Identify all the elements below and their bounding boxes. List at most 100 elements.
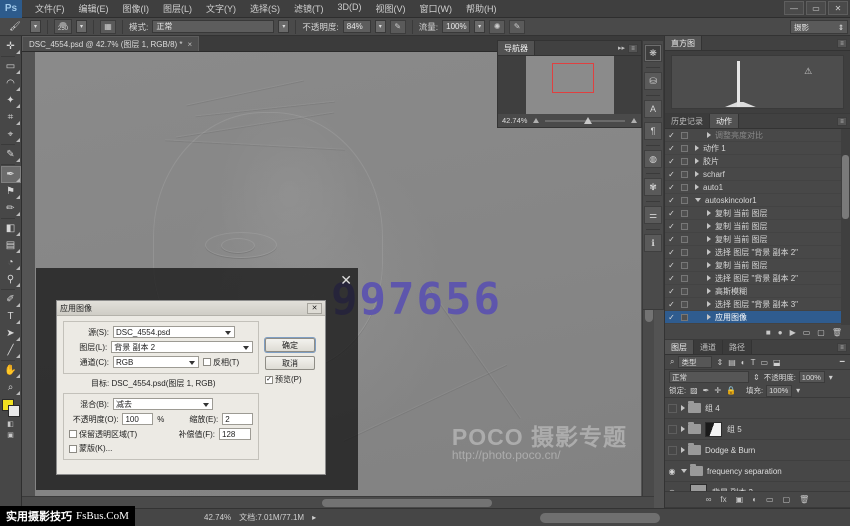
- blend-mode-select[interactable]: 正常: [669, 371, 749, 383]
- menu-item-3[interactable]: 图层(L): [156, 0, 199, 17]
- pixel-filter-icon[interactable]: ▤: [727, 358, 737, 367]
- scale-input[interactable]: 2: [222, 413, 253, 425]
- brush-icon[interactable]: 🖌: [4, 20, 26, 34]
- brush-presets-icon[interactable]: ✾: [644, 178, 662, 196]
- action-enabled-checkbox[interactable]: ✓: [665, 157, 678, 166]
- delete-layer-icon[interactable]: 🗑: [799, 495, 809, 504]
- zoom-slider[interactable]: [545, 120, 625, 122]
- color-wheel-icon[interactable]: ◍: [644, 150, 662, 168]
- status-arrow-icon[interactable]: ▸: [312, 513, 316, 522]
- adjustments-icon[interactable]: ❋: [644, 44, 662, 62]
- close-icon[interactable]: ×: [188, 40, 193, 49]
- fx-icon[interactable]: fx: [720, 495, 726, 504]
- pen-tool[interactable]: ✐: [1, 291, 21, 308]
- action-dialog-toggle[interactable]: [678, 275, 691, 282]
- scrollbar-thumb[interactable]: [842, 155, 849, 219]
- new-layer-icon[interactable]: ▢: [783, 495, 791, 504]
- tab-actions[interactable]: 动作: [710, 114, 739, 128]
- gradient-tool[interactable]: ▤: [1, 237, 21, 254]
- move-tool[interactable]: ✛: [1, 38, 21, 55]
- mode-select[interactable]: 正常: [152, 20, 274, 33]
- brush-size-chevron-icon[interactable]: ▾: [76, 20, 87, 33]
- preserve-checkbox-group[interactable]: 保留透明区域(T): [69, 429, 167, 440]
- action-row[interactable]: ✓调整亮度对比: [665, 129, 850, 142]
- status-doc-size[interactable]: 文档:7.01M/77.1M: [239, 512, 304, 523]
- action-enabled-checkbox[interactable]: ✓: [665, 248, 678, 257]
- delete-icon[interactable]: 🗑: [832, 328, 842, 337]
- chevron-down-icon[interactable]: [681, 469, 687, 473]
- action-enabled-checkbox[interactable]: ✓: [665, 144, 678, 153]
- action-row[interactable]: ✓复制 当前 图层: [665, 233, 850, 246]
- type-filter-icon[interactable]: T: [750, 358, 757, 367]
- action-enabled-checkbox[interactable]: ✓: [665, 196, 678, 205]
- color-swatches[interactable]: [1, 398, 21, 418]
- action-row[interactable]: ✓复制 当前 图层: [665, 259, 850, 272]
- adjustment-icon[interactable]: ◐: [752, 495, 757, 504]
- chevron-down-icon[interactable]: ⇕: [752, 373, 761, 382]
- action-enabled-checkbox[interactable]: ✓: [665, 300, 678, 309]
- layer-mask-thumbnail[interactable]: [705, 422, 722, 437]
- navigator-panel-menu[interactable]: ▸▸ ≡: [618, 44, 638, 53]
- preserve-transparency-checkbox[interactable]: [69, 430, 77, 438]
- chevron-right-icon[interactable]: [695, 145, 699, 151]
- maximize-button[interactable]: ▭: [806, 1, 826, 15]
- smart-filter-icon[interactable]: ⬓: [772, 358, 782, 367]
- group-icon[interactable]: ▭: [766, 495, 774, 504]
- dialog-backdrop-close-icon[interactable]: ✕: [340, 272, 352, 289]
- document-tab[interactable]: DSC_4554.psd @ 42.7% (图层 1, RGB/8) * ×: [22, 36, 199, 51]
- record-icon[interactable]: ●: [778, 328, 783, 337]
- chevron-right-icon[interactable]: [695, 158, 699, 164]
- menu-item-7[interactable]: 3D(D): [331, 0, 369, 17]
- warning-icon[interactable]: ⚠: [804, 66, 812, 77]
- chevron-right-icon[interactable]: [695, 184, 699, 190]
- action-row[interactable]: ✓选择 图层 "背景 副本 3": [665, 298, 850, 311]
- visibility-eye-icon[interactable]: ◉: [665, 488, 679, 492]
- hand-tool[interactable]: ✋: [1, 362, 21, 379]
- action-enabled-checkbox[interactable]: ✓: [665, 287, 678, 296]
- lock-transparency-icon[interactable]: ▨: [689, 386, 699, 395]
- stop-icon[interactable]: ■: [766, 328, 771, 337]
- zoom-tool[interactable]: ⌕: [1, 379, 21, 396]
- menu-item-8[interactable]: 视图(V): [369, 0, 413, 17]
- offset-input[interactable]: 128: [219, 428, 251, 440]
- action-row[interactable]: ✓复制 当前 图层: [665, 220, 850, 233]
- action-row[interactable]: ✓复制 当前 图层: [665, 207, 850, 220]
- pressure-size-icon[interactable]: ✎: [509, 20, 525, 34]
- action-enabled-checkbox[interactable]: ✓: [665, 170, 678, 179]
- mask-checkbox[interactable]: [69, 445, 77, 453]
- menu-item-5[interactable]: 选择(S): [243, 0, 287, 17]
- zoom-in-icon[interactable]: [631, 118, 637, 123]
- chevron-right-icon[interactable]: [707, 314, 711, 320]
- action-dialog-toggle[interactable]: [678, 197, 691, 204]
- visibility-eye-icon[interactable]: [668, 425, 677, 434]
- workspace-selector[interactable]: 摄影 ⇕: [790, 20, 848, 34]
- action-enabled-checkbox[interactable]: ✓: [665, 235, 678, 244]
- tab-history[interactable]: 历史记录: [665, 114, 710, 128]
- crop-tool[interactable]: ⌗: [1, 109, 21, 126]
- quick-select-tool[interactable]: ✦: [1, 92, 21, 109]
- action-dialog-toggle[interactable]: [678, 262, 691, 269]
- background-color-swatch[interactable]: [8, 405, 20, 417]
- styles-icon[interactable]: ⛁: [644, 72, 662, 90]
- action-dialog-toggle[interactable]: [678, 210, 691, 217]
- layer-row[interactable]: ◉背景 副本 3: [665, 482, 850, 491]
- visibility-eye-icon[interactable]: [668, 404, 677, 413]
- zoom-out-icon[interactable]: [533, 118, 539, 123]
- preview-checkbox[interactable]: ✓: [265, 376, 273, 384]
- chevron-down-icon[interactable]: ⇕: [715, 358, 724, 367]
- history-brush-tool[interactable]: ✏: [1, 200, 21, 217]
- minimize-button[interactable]: —: [784, 1, 804, 15]
- tab-channels[interactable]: 通道: [694, 340, 723, 354]
- layers-list[interactable]: 组 4组 5Dodge & Burn◉frequency separation◉…: [665, 398, 850, 491]
- menu-item-10[interactable]: 帮助(H): [459, 0, 504, 17]
- layer-thumbnail[interactable]: [690, 484, 707, 492]
- adjustment-filter-icon[interactable]: ◐: [740, 358, 747, 367]
- layer-select[interactable]: 背景 副本 2: [111, 341, 253, 353]
- quick-mask-icon[interactable]: ◧: [7, 418, 14, 429]
- layer-row[interactable]: 组 4: [665, 398, 850, 419]
- new-folder-icon[interactable]: ▭: [803, 328, 811, 337]
- histogram-panel-menu[interactable]: ≡: [837, 39, 847, 48]
- channel-select[interactable]: RGB: [113, 356, 199, 368]
- flow-input[interactable]: 100%: [442, 20, 470, 33]
- healing-brush-tool[interactable]: ✎: [1, 146, 21, 163]
